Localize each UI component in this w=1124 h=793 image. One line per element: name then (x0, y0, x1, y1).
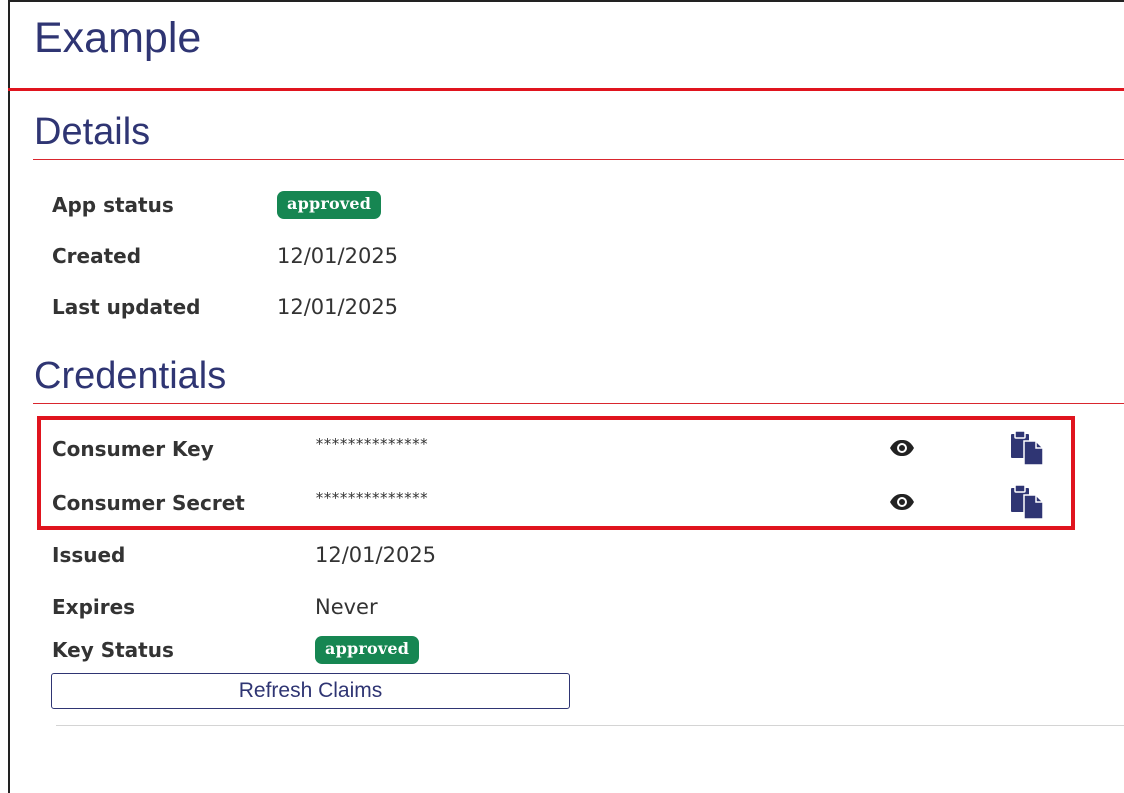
credentials-heading: Credentials (34, 355, 227, 397)
eye-icon[interactable] (889, 493, 915, 515)
last-updated-value: 12/01/2025 (277, 295, 399, 319)
consumer-key-label: Consumer Key (52, 437, 214, 461)
issued-value: 12/01/2025 (315, 543, 437, 567)
section-end-divider (56, 725, 1124, 726)
key-status-badge: approved (315, 636, 420, 664)
details-divider (33, 159, 1124, 160)
created-label: Created (52, 244, 142, 268)
app-status-label: App status (52, 193, 174, 217)
issued-label: Issued (52, 543, 126, 567)
last-updated-label: Last updated (52, 295, 201, 319)
title-divider (8, 88, 1124, 91)
clipboard-copy-icon[interactable] (1010, 484, 1046, 524)
consumer-key-value: ************** (315, 435, 428, 453)
created-value: 12/01/2025 (277, 244, 399, 268)
consumer-secret-value: ************** (315, 489, 428, 507)
key-status-label: Key Status (52, 638, 174, 662)
eye-icon[interactable] (889, 439, 915, 461)
expires-label: Expires (52, 595, 136, 619)
app-status-badge: approved (277, 191, 382, 219)
credentials-divider (33, 403, 1124, 404)
clipboard-copy-icon[interactable] (1010, 430, 1046, 470)
page-title: Example (34, 14, 202, 62)
expires-value: Never (315, 595, 378, 619)
consumer-secret-label: Consumer Secret (52, 491, 245, 515)
refresh-claims-button[interactable]: Refresh Claims (51, 673, 570, 709)
details-heading: Details (34, 111, 151, 153)
